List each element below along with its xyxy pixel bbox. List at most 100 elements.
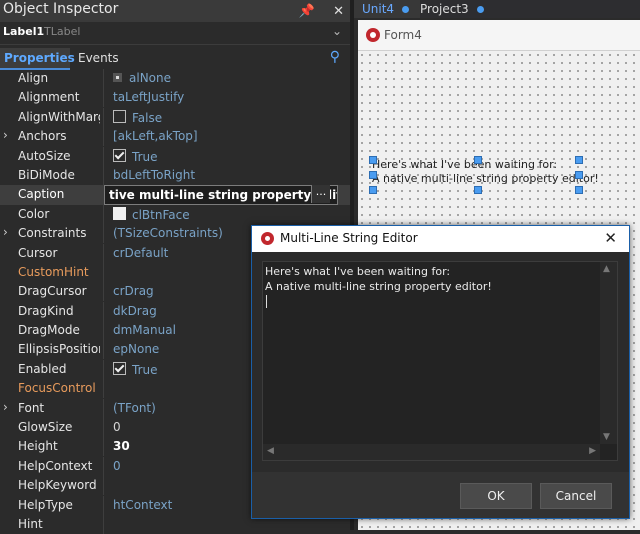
selection-handle[interactable] xyxy=(575,156,583,164)
property-name: AutoSize xyxy=(18,148,71,163)
scroll-left-icon[interactable]: ◀ xyxy=(267,446,274,456)
tab-unit4[interactable]: Unit4 xyxy=(354,0,420,18)
property-value-text: (TFont) xyxy=(113,400,156,415)
column-divider xyxy=(103,204,104,224)
property-value-text: taLeftJustify xyxy=(113,90,185,105)
property-value[interactable]: taLeftJustify xyxy=(113,90,184,104)
memo-text[interactable]: Here's what I've been waiting for: A nat… xyxy=(265,264,492,294)
property-value[interactable]: False xyxy=(113,109,162,125)
app-logo-icon xyxy=(261,232,274,245)
column-divider xyxy=(103,456,104,476)
component-name: Label1 xyxy=(3,25,45,38)
property-value[interactable]: True xyxy=(113,361,158,377)
dialog-footer: OK Cancel xyxy=(252,472,629,518)
dialog-title-bar: Multi-Line String Editor ✕ xyxy=(252,226,629,252)
property-value[interactable]: htContext xyxy=(113,498,172,512)
selection-handle[interactable] xyxy=(369,156,377,164)
property-name: DragKind xyxy=(18,303,74,318)
property-name: EllipsisPosition xyxy=(18,342,100,357)
property-row[interactable]: Color clBtnFace xyxy=(0,204,352,224)
column-divider xyxy=(103,146,104,166)
property-value-text: htContext xyxy=(113,497,173,512)
column-divider xyxy=(103,437,104,457)
property-value-text: epNone xyxy=(113,342,160,357)
property-name: BiDiMode xyxy=(18,167,75,182)
inspector-title-bar: Object Inspector 📌 ✕ xyxy=(0,0,352,22)
chevron-right-icon[interactable]: › xyxy=(3,225,8,239)
property-value-text: (TSizeConstraints) xyxy=(113,226,223,241)
selection-handle[interactable] xyxy=(575,186,583,194)
property-value[interactable]: epNone xyxy=(113,342,159,356)
property-value[interactable]: 30 xyxy=(113,439,130,453)
scroll-up-icon[interactable]: ▲ xyxy=(603,264,610,274)
property-row[interactable]: › Anchors [akLeft,akTop] xyxy=(0,127,352,147)
label1-component[interactable]: Here's what I've been waiting for: A nat… xyxy=(372,158,599,186)
property-value[interactable]: 0 xyxy=(113,459,121,473)
property-name: Alignment xyxy=(18,90,80,105)
close-icon[interactable]: ✕ xyxy=(604,229,617,247)
chevron-right-icon[interactable]: › xyxy=(3,400,8,414)
property-name: CustomHint xyxy=(18,264,89,279)
pin-icon[interactable]: 📌 xyxy=(298,4,314,19)
selection-handle[interactable] xyxy=(474,186,482,194)
chevron-right-icon[interactable]: › xyxy=(3,128,8,142)
search-icon[interactable]: ⚲ xyxy=(330,49,340,65)
property-row[interactable]: AlignWithMargins False xyxy=(0,107,352,127)
checkbox-checked[interactable] xyxy=(113,361,126,375)
property-row[interactable]: Caption tive multi-line string property e… xyxy=(0,185,352,206)
property-value[interactable]: alNone xyxy=(113,71,171,85)
chevron-down-icon[interactable]: ⌄ xyxy=(332,24,342,38)
checkbox[interactable] xyxy=(113,109,126,123)
ellipsis-button[interactable]: ... xyxy=(311,185,330,204)
property-name: Anchors xyxy=(18,129,67,144)
cancel-button[interactable]: Cancel xyxy=(540,483,612,509)
property-value-text: [akLeft,akTop] xyxy=(113,129,198,144)
selection-handle[interactable] xyxy=(474,156,482,164)
component-class: TLabel xyxy=(44,25,81,38)
caption-edit-field[interactable]: tive multi-line string property editor! xyxy=(104,185,338,206)
string-memo[interactable]: Here's what I've been waiting for: A nat… xyxy=(262,261,618,461)
selection-handle[interactable] xyxy=(369,171,377,179)
property-value[interactable]: 0 xyxy=(113,420,121,434)
vertical-scrollbar[interactable]: ▲ ▼ xyxy=(600,262,617,444)
property-value[interactable]: dkDrag xyxy=(113,304,157,318)
checkbox-checked[interactable] xyxy=(113,148,126,162)
selection-handle[interactable] xyxy=(575,171,583,179)
property-name: Constraints xyxy=(18,226,87,241)
property-value[interactable]: crDefault xyxy=(113,246,168,260)
property-value[interactable]: crDrag xyxy=(113,284,154,298)
column-divider xyxy=(103,127,104,147)
property-row[interactable]: Align alNone xyxy=(0,69,352,88)
property-value-text: True xyxy=(132,362,158,377)
column-divider xyxy=(103,359,104,379)
app-logo-icon xyxy=(366,28,380,42)
tab-project3[interactable]: Project3 xyxy=(412,0,492,18)
property-value[interactable]: dmManual xyxy=(113,323,176,337)
property-value[interactable]: (TFont) xyxy=(113,401,156,415)
property-name: FocusControl xyxy=(18,381,96,396)
property-value[interactable]: [akLeft,akTop] xyxy=(113,129,198,143)
property-row[interactable]: Alignment taLeftJustify xyxy=(0,88,352,108)
property-value-text: 0 xyxy=(113,458,121,473)
tab-properties[interactable]: Properties xyxy=(0,48,75,70)
property-value[interactable]: bdLeftToRight xyxy=(113,168,195,182)
property-value[interactable]: True xyxy=(113,148,158,164)
selection-handle[interactable] xyxy=(369,186,377,194)
column-divider xyxy=(103,418,104,438)
component-selector[interactable]: Label1 TLabel ⌄ xyxy=(0,22,352,45)
property-row[interactable]: AutoSize True xyxy=(0,146,352,166)
close-icon[interactable]: ✕ xyxy=(333,4,344,19)
scroll-right-icon[interactable]: ▶ xyxy=(589,446,596,456)
property-name: GlowSize xyxy=(18,420,73,435)
scroll-down-icon[interactable]: ▼ xyxy=(603,432,610,442)
align-icon xyxy=(113,73,122,82)
property-value-text: clBtnFace xyxy=(132,207,190,222)
column-divider xyxy=(103,88,104,108)
tab-events[interactable]: Events xyxy=(74,48,123,68)
property-value[interactable]: clBtnFace xyxy=(113,206,190,222)
property-value[interactable]: (TSizeConstraints) xyxy=(113,226,223,240)
ok-button[interactable]: OK xyxy=(460,483,532,509)
horizontal-scrollbar[interactable]: ◀ ▶ xyxy=(263,444,600,460)
column-divider xyxy=(103,301,104,321)
property-row[interactable]: BiDiMode bdLeftToRight xyxy=(0,165,352,185)
